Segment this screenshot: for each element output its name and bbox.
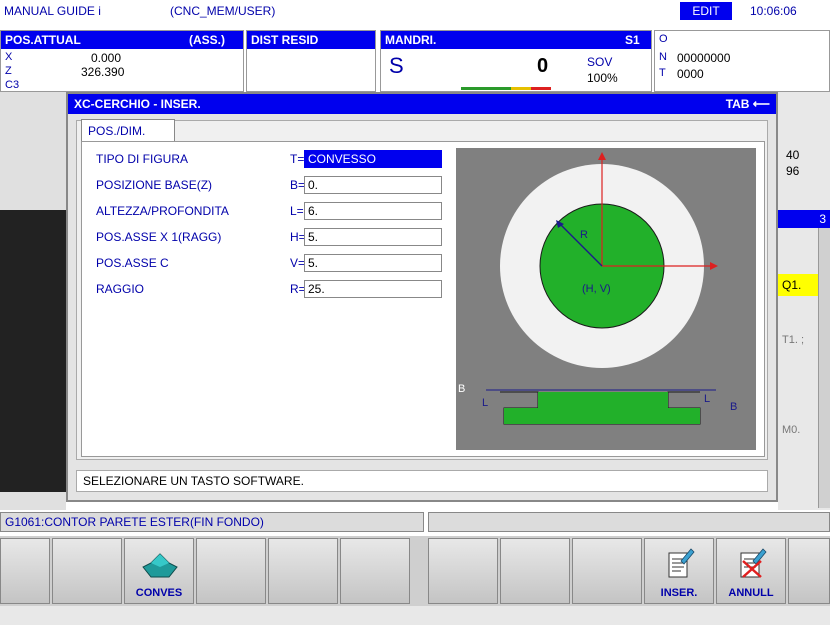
softkey-insert-label: INSER. [660,587,698,599]
dialog-inner: POS./DIM. TIPO DI FIGURA T= CONVESSO POS… [76,119,768,460]
o-label: O [659,33,668,45]
softkey-9[interactable] [572,538,642,604]
gcode-description: G1061:CONTOR PARETE ESTER(FIN FONDO) [0,512,424,532]
section-l-right: L [704,393,710,405]
row-letter-t: T= [290,152,305,166]
side-q1: Q1. [778,274,818,296]
axis-x-value: 0.000 [91,51,122,65]
softkey-4[interactable] [196,538,266,604]
edit-mode-badge: EDIT [680,2,732,20]
clock: 10:06:06 [750,4,797,18]
distance-panel: DIST RESID [246,30,376,92]
row-label-c-position: POS.ASSE C [96,256,169,270]
side-scrollbar[interactable] [818,228,830,508]
form-area: TIPO DI FIGURA T= CONVESSO POSIZIONE BAS… [81,141,765,457]
position-panel: POS.ATTUAL (ASS.) X 0.000 Z 326.390 C3 [0,30,244,92]
convex-circle-diagram: R (H, V) B L L B [456,148,756,450]
spindle-speed: 0 [537,55,549,77]
base-position-field[interactable]: 0. [304,176,442,194]
axis-z-label: Z [5,65,12,77]
row-label-base-position: POSIZIONE BASE(Z) [96,178,213,192]
softkey-2[interactable] [52,538,122,604]
tab-pos-dim[interactable]: POS./DIM. [81,119,175,141]
section-b-left: B [458,383,465,395]
row-label-height: ALTEZZA/PROFONDITA [96,204,229,218]
dialog-title: XC-CERCHIO - INSER. TAB ⟵ [68,94,776,114]
height-field[interactable]: 6. [304,202,442,220]
c-position-field[interactable]: 5. [304,254,442,272]
spindle-header: MANDRI. S1 [381,31,651,49]
softkey-1[interactable] [0,538,50,604]
row-label-shape-type: TIPO DI FIGURA [96,152,189,166]
softkey-row: CONVES INSER. ANNULL [0,536,830,606]
spindle-title: MANDRI. [385,33,437,47]
bottom-strip [0,606,830,625]
row-label-radius: RAGGIO [96,282,145,296]
side-t1: T1. ; [782,334,805,346]
cancel-document-icon [740,548,767,578]
t-label: T [659,67,666,79]
insert-document-icon [668,548,695,578]
softkey-cancel[interactable]: ANNULL [716,538,786,604]
side-value-1: 40 [786,148,800,162]
side-m0: M0. [782,424,801,436]
spindle-s-label: S [389,53,404,78]
load-bar-red [531,87,551,90]
t-value: 0000 [677,67,704,81]
softkey-5[interactable] [268,538,338,604]
shape-type-field[interactable]: CONVESSO [304,150,442,168]
row-letter-b: B= [290,178,306,192]
position-mode: (ASS.) [189,33,225,47]
softkey-insert[interactable]: INSER. [644,538,714,604]
axis-x-label: X [5,51,13,63]
program-panel: O N 00000000 T 0000 [654,30,830,92]
n-value: 00000000 [677,51,731,65]
x-position-field[interactable]: 5. [304,228,442,246]
tab-hint: TAB ⟵ [725,97,770,111]
section-body [504,408,700,424]
axis-c3-label: C3 [5,79,20,91]
row-label-x-position: POS.ASSE X 1(RAGG) [96,230,222,244]
side-blue-bar: 3 [778,210,830,228]
sov-label: SOV [587,55,613,69]
softkey-cancel-label: ANNULL [728,587,774,599]
softkey-convex-label: CONVES [135,587,183,599]
convex-shape-icon [142,553,178,578]
path-label: (CNC_MEM/USER) [170,4,276,18]
distance-header: DIST RESID [247,31,375,49]
gcode-secondary-bar [428,512,830,532]
section-boss [538,392,668,408]
row-letter-l: L= [290,204,304,218]
hv-label: (H, V) [582,283,611,295]
spindle-panel: MANDRI. S1 S 0 SOV 100% [380,30,652,92]
radius-field[interactable]: 25. [304,280,442,298]
sov-value: 100% [587,71,618,85]
load-bar-yellow [511,87,531,90]
load-bar-green [461,87,511,90]
axis-z-value: 326.390 [81,65,125,79]
side-value-2: 96 [786,164,800,178]
softkey-convex[interactable]: CONVES [124,538,194,604]
softkey-6[interactable] [340,538,410,604]
n-label: N [659,51,667,63]
section-b-right: B [730,401,737,413]
mode-label: MANUAL GUIDE i [4,4,101,18]
section-l-left: L [482,397,488,409]
status-message: SELEZIONARE UN TASTO SOFTWARE. [76,470,768,492]
figure-dialog: XC-CERCHIO - INSER. TAB ⟵ POS./DIM. TIPO… [66,92,778,502]
left-dark-panel [0,210,66,492]
spindle-number: S1 [625,33,640,47]
softkey-8[interactable] [500,538,570,604]
dialog-title-text: XC-CERCHIO - INSER. [74,97,201,111]
softkey-12[interactable] [788,538,830,604]
radius-label: R [580,229,588,241]
position-title: POS.ATTUAL [5,33,81,47]
position-header: POS.ATTUAL (ASS.) [1,31,243,49]
row-letter-v: V= [290,256,306,270]
softkey-7[interactable] [428,538,498,604]
